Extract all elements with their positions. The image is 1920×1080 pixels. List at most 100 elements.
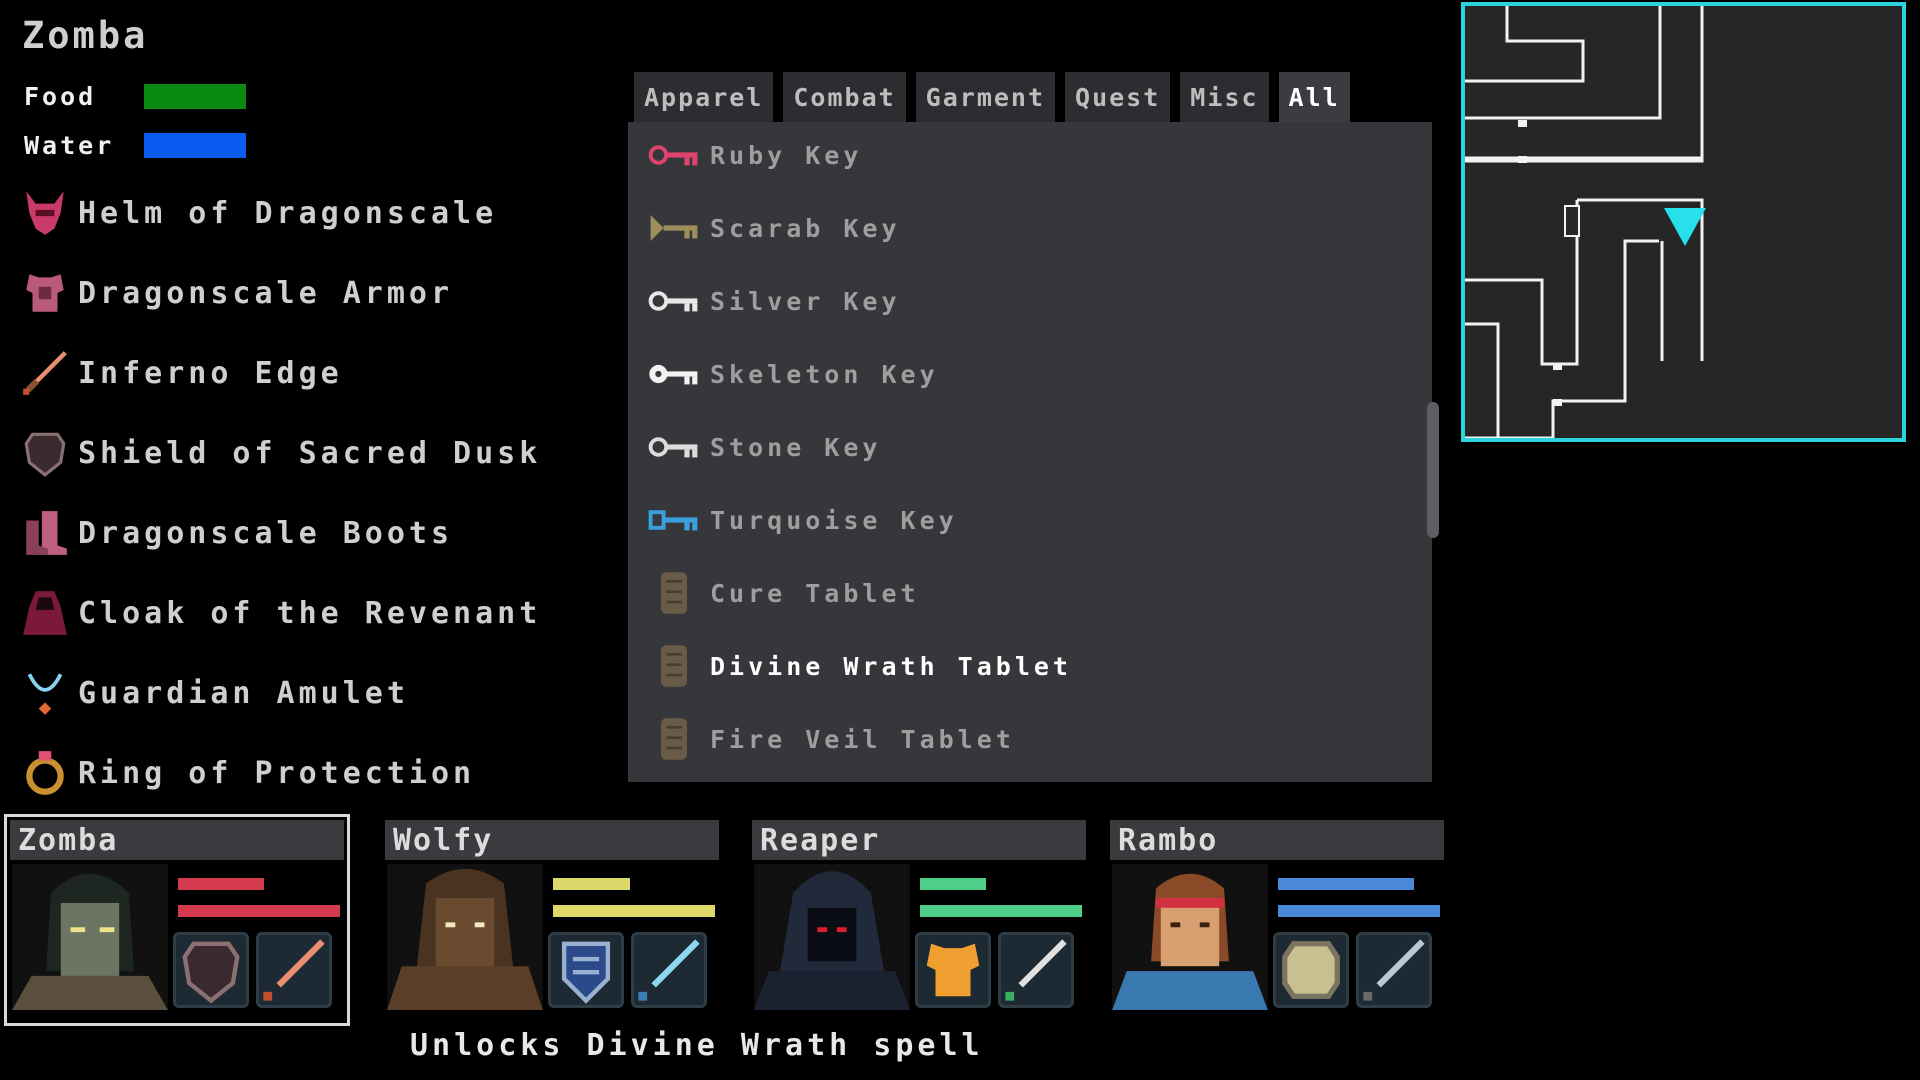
inventory-item-label: Cure Tablet <box>710 578 920 608</box>
helm-icon <box>26 191 64 235</box>
inventory-item-label: Turquoise Key <box>710 505 958 535</box>
tablet-icon <box>661 572 687 614</box>
member-name: Wolfy <box>385 820 719 860</box>
shield-icon <box>182 941 240 1004</box>
equip-label: Dragonscale Boots <box>78 515 454 551</box>
inventory-item-divine-wrath-tablet[interactable]: Divine Wrath Tablet <box>648 636 1072 696</box>
inventory-tabs: Apparel Combat Garment Quest Misc All <box>634 72 1350 122</box>
wolfy-portrait <box>387 864 543 1010</box>
inventory-item-skeleton-key[interactable]: Skeleton Key <box>648 344 939 404</box>
tab-misc[interactable]: Misc <box>1180 72 1269 122</box>
ruby-key-icon <box>648 145 698 166</box>
tab-garment[interactable]: Garment <box>915 72 1056 122</box>
inventory-item-silver-key[interactable]: Silver Key <box>648 271 901 331</box>
turquoise-key-icon <box>648 510 698 531</box>
inventory-item-turquoise-key[interactable]: Turquoise Key <box>648 490 958 550</box>
party-member-wolfy[interactable]: Wolfy <box>385 820 719 1020</box>
water-label: Water <box>24 131 115 160</box>
zomba-portrait <box>12 864 168 1010</box>
member-health-bar <box>920 878 986 890</box>
equip-label: Helm of Dragonscale <box>78 195 498 231</box>
shield-slot[interactable] <box>1273 932 1349 1008</box>
player-marker-icon <box>1664 208 1706 246</box>
ring-icon <box>26 751 64 795</box>
equip-label: Guardian Amulet <box>78 675 409 711</box>
sword-icon <box>1363 939 1425 1001</box>
item-description: Unlocks Divine Wrath spell <box>410 1028 984 1063</box>
amulet-icon <box>27 673 63 715</box>
weapon-slot[interactable] <box>1356 932 1432 1008</box>
sword-icon <box>638 939 700 1001</box>
equip-boots[interactable]: Dragonscale Boots <box>20 503 453 563</box>
shield-slot[interactable] <box>548 932 624 1008</box>
equip-ring[interactable]: Ring of Protection <box>20 743 475 803</box>
shield-slot[interactable] <box>173 932 249 1008</box>
weapon-slot[interactable] <box>998 932 1074 1008</box>
equip-armor[interactable]: Dragonscale Armor <box>20 263 453 323</box>
inventory-scrollbar[interactable] <box>1427 402 1439 538</box>
sword-icon <box>1005 939 1067 1001</box>
armor-icon <box>26 274 64 312</box>
member-health-bar <box>553 878 630 890</box>
equip-label: Cloak of the Revenant <box>78 595 542 631</box>
equip-label: Ring of Protection <box>78 755 476 791</box>
shield-icon <box>1282 941 1340 999</box>
inventory-item-label: Skeleton Key <box>710 359 939 389</box>
inventory-item-label: Silver Key <box>710 286 901 316</box>
equip-shield[interactable]: Shield of Sacred Dusk <box>20 423 541 483</box>
equip-label: Shield of Sacred Dusk <box>78 435 542 471</box>
minimap <box>1461 2 1906 442</box>
sword-icon <box>23 351 67 395</box>
inventory-item-label: Scarab Key <box>710 213 901 243</box>
food-need: Food <box>24 82 246 111</box>
equip-label: Dragonscale Armor <box>78 275 454 311</box>
equip-cloak[interactable]: Cloak of the Revenant <box>20 583 541 643</box>
member-health-bar <box>178 878 264 890</box>
member-mana-bar <box>553 905 715 917</box>
inventory-item-label: Stone Key <box>710 432 882 462</box>
shield-icon <box>24 432 66 477</box>
member-name: Rambo <box>1110 820 1444 860</box>
tab-all[interactable]: All <box>1278 72 1350 122</box>
tab-combat[interactable]: Combat <box>783 72 906 122</box>
party-member-rambo[interactable]: Rambo <box>1110 820 1444 1020</box>
reaper-portrait <box>754 864 910 1010</box>
inventory-item-ruby-key[interactable]: Ruby Key <box>648 125 862 185</box>
food-label: Food <box>24 82 97 111</box>
cloak-icon <box>23 591 67 635</box>
equip-label: Inferno Edge <box>78 355 343 391</box>
inventory-item-label: Fire Veil Tablet <box>710 724 1015 754</box>
inventory-item-cure-tablet[interactable]: Cure Tablet <box>648 563 920 623</box>
water-bar <box>144 133 246 158</box>
equip-weapon[interactable]: Inferno Edge <box>20 343 343 403</box>
equip-amulet[interactable]: Guardian Amulet <box>20 663 409 723</box>
food-bar <box>144 84 246 109</box>
weapon-slot[interactable] <box>631 932 707 1008</box>
member-health-bar <box>1278 878 1414 890</box>
inventory-panel: Ruby Key Scarab Key Silver Key Skeleton … <box>628 122 1432 782</box>
silver-key-icon <box>648 291 698 312</box>
armor-slot[interactable] <box>915 932 991 1008</box>
weapon-slot[interactable] <box>256 932 332 1008</box>
stone-key-icon <box>648 437 698 458</box>
inventory-item-label: Ruby Key <box>710 140 863 170</box>
rambo-portrait <box>1112 864 1268 1010</box>
shield-icon <box>561 941 611 1004</box>
inventory-item-scarab-key[interactable]: Scarab Key <box>648 198 901 258</box>
party-member-zomba[interactable]: Zomba <box>4 814 350 1026</box>
skeleton-key-icon <box>649 364 698 385</box>
member-mana-bar <box>1278 905 1440 917</box>
equip-helm[interactable]: Helm of Dragonscale <box>20 183 497 243</box>
tab-apparel[interactable]: Apparel <box>634 72 774 122</box>
scarab-key-icon <box>650 215 698 241</box>
sword-icon <box>263 939 325 1001</box>
tab-quest[interactable]: Quest <box>1065 72 1171 122</box>
tablet-icon <box>661 718 687 760</box>
member-mana-bar <box>178 905 340 917</box>
inventory-item-stone-key[interactable]: Stone Key <box>648 417 881 477</box>
party-member-reaper[interactable]: Reaper <box>752 820 1086 1020</box>
member-name: Reaper <box>752 820 1086 860</box>
inventory-item-fire-veil-tablet[interactable]: Fire Veil Tablet <box>648 709 1015 769</box>
water-need: Water <box>24 131 246 160</box>
boots-icon <box>26 511 67 555</box>
